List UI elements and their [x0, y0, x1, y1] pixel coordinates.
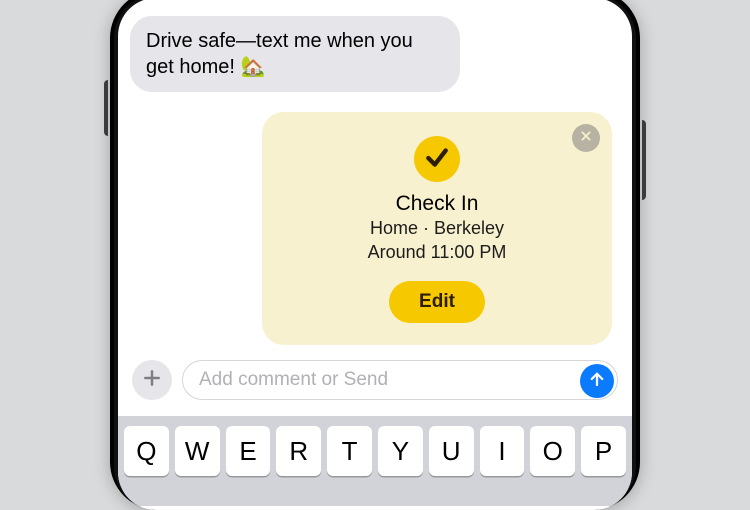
key-t[interactable]: T: [327, 426, 372, 476]
checkmark-badge: [414, 136, 460, 182]
checkin-location: Home · Berkeley: [278, 216, 596, 240]
incoming-message-text: Drive safe—text me when you get home! 🏡: [146, 30, 413, 78]
key-p[interactable]: P: [581, 426, 626, 476]
keyboard: Q W E R T Y U I O P: [118, 416, 632, 506]
checkin-title: Check In: [278, 192, 596, 216]
key-q[interactable]: Q: [124, 426, 169, 476]
key-r[interactable]: R: [276, 426, 321, 476]
composer-row: Add comment or Send: [132, 358, 618, 402]
attach-button[interactable]: [132, 360, 172, 400]
send-button[interactable]: [580, 364, 614, 398]
checkin-eta: Around 11:00 PM: [278, 240, 596, 264]
key-o[interactable]: O: [530, 426, 575, 476]
message-input[interactable]: Add comment or Send: [182, 360, 618, 400]
checkin-card: Check In Home · Berkeley Around 11:00 PM…: [262, 112, 612, 345]
close-icon: [579, 129, 593, 148]
message-input-placeholder: Add comment or Send: [199, 369, 388, 391]
key-e[interactable]: E: [226, 426, 271, 476]
key-u[interactable]: U: [429, 426, 474, 476]
messages-thread: Drive safe—text me when you get home! 🏡 …: [118, 0, 632, 345]
edit-button[interactable]: Edit: [389, 281, 485, 323]
phone-frame: Drive safe—text me when you get home! 🏡 …: [110, 0, 640, 510]
key-i[interactable]: I: [480, 426, 525, 476]
incoming-message-bubble[interactable]: Drive safe—text me when you get home! 🏡: [130, 16, 460, 92]
arrow-up-icon: [588, 370, 606, 393]
checkmark-icon: [424, 144, 450, 175]
close-button[interactable]: [572, 124, 600, 152]
phone-screen: Drive safe—text me when you get home! 🏡 …: [118, 0, 632, 510]
key-w[interactable]: W: [175, 426, 220, 476]
key-y[interactable]: Y: [378, 426, 423, 476]
keyboard-row-1: Q W E R T Y U I O P: [124, 426, 626, 476]
plus-icon: [142, 368, 162, 393]
